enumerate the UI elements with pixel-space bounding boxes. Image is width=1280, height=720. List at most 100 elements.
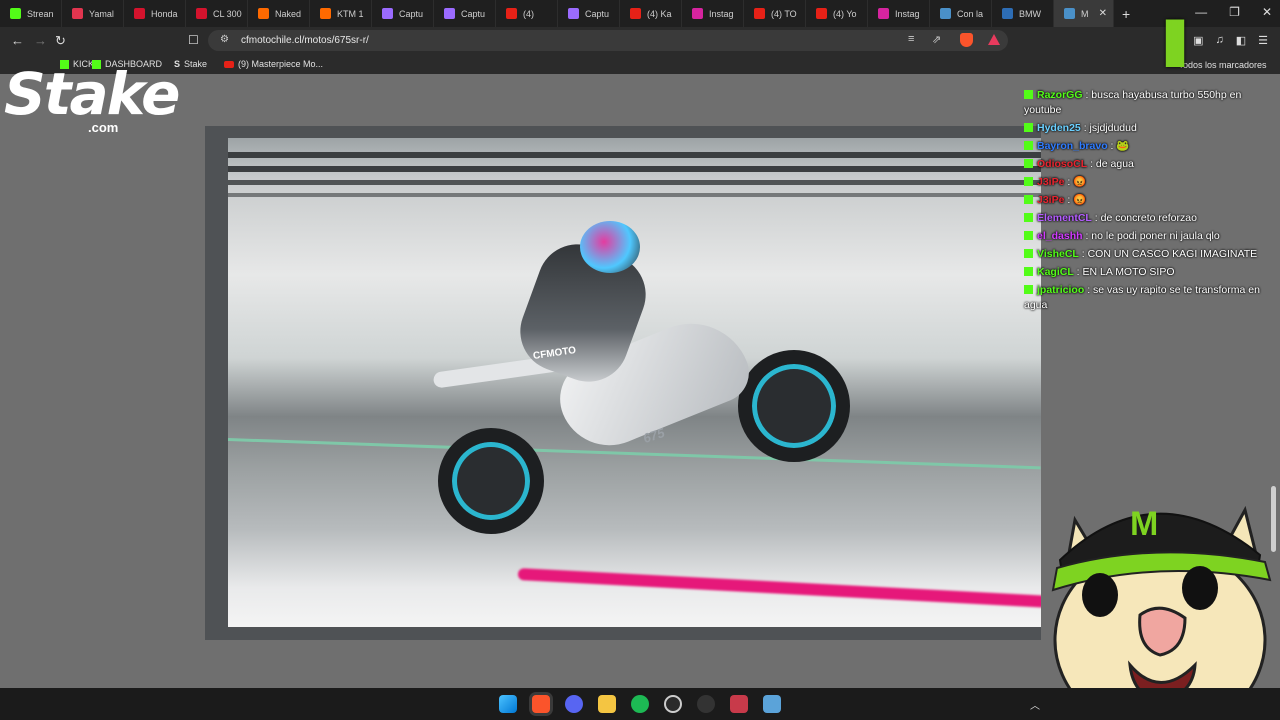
tab-label: Captu — [399, 8, 424, 19]
chat-username[interactable]: el_dashh — [1037, 230, 1083, 242]
rear-wheel — [438, 428, 544, 534]
wallet-icon[interactable]: ◧ — [1236, 34, 1246, 47]
tab[interactable]: (4) Ka — [620, 0, 682, 27]
chevron-up-icon[interactable]: ︿ — [1030, 697, 1040, 712]
tab[interactable]: Strean — [0, 0, 62, 27]
chat-message: J3iPe : 😡 — [1024, 193, 1264, 208]
youtube-icon — [506, 8, 517, 19]
chat-message: KagiCL : EN LA MOTO SIPO — [1024, 265, 1264, 280]
maximize-icon[interactable]: ❐ — [1229, 5, 1240, 19]
tab[interactable]: BMW — [992, 0, 1054, 27]
tab[interactable]: (4) TO — [744, 0, 806, 27]
tab[interactable]: Captu — [434, 0, 496, 27]
globe-icon — [1064, 8, 1075, 19]
chat-username[interactable]: Bayron_bravo — [1037, 140, 1108, 152]
chat-username[interactable]: J3iPe — [1037, 176, 1064, 188]
scrollbar[interactable] — [1271, 486, 1276, 552]
youtube-icon — [630, 8, 641, 19]
tab[interactable]: Yamal — [62, 0, 124, 27]
tab[interactable]: Instag — [682, 0, 744, 27]
tab-label: (4) Yo — [833, 8, 857, 19]
close-tab-icon[interactable]: ✕ — [1099, 8, 1107, 19]
tab-label: (4) TO — [771, 8, 797, 19]
tab[interactable]: (4) — [496, 0, 558, 27]
chat-username[interactable]: KagiCL — [1037, 266, 1074, 278]
monster-energy-logo: ||| — [1162, 11, 1188, 67]
windows-start-icon[interactable] — [499, 695, 517, 713]
chat-text: : 🐸 — [1110, 140, 1130, 152]
tab[interactable]: Con la — [930, 0, 992, 27]
tab[interactable]: Instag — [868, 0, 930, 27]
tab[interactable]: KTM 1 — [310, 0, 372, 27]
file-explorer-icon[interactable] — [598, 695, 616, 713]
kick-icon — [10, 8, 21, 19]
chat-username[interactable]: OdiosoCL — [1037, 158, 1087, 170]
app-icon[interactable] — [730, 695, 748, 713]
tab[interactable]: Captu — [558, 0, 620, 27]
back-icon[interactable]: ← — [11, 33, 24, 48]
brave-rewards-icon[interactable] — [988, 34, 1000, 45]
bookmark-youtube[interactable]: (9) Masterpiece Mo... — [224, 59, 323, 69]
bookmark-icon[interactable]: ☐ — [188, 33, 199, 47]
reload-icon[interactable]: ↻ — [55, 33, 66, 49]
yamaha-icon — [72, 8, 83, 19]
all-bookmarks[interactable]: ▭ Todos los marcadores — [1166, 59, 1267, 70]
track-wall-stripe — [228, 193, 1041, 197]
tab[interactable]: M ✕ — [1054, 0, 1114, 27]
discord-icon[interactable] — [565, 695, 583, 713]
reader-icon[interactable]: ≡ — [908, 33, 914, 45]
chat-username[interactable]: RazorGG — [1037, 89, 1083, 101]
close-window-icon[interactable]: ✕ — [1262, 5, 1272, 19]
chat-username[interactable]: ElementCL — [1037, 212, 1092, 224]
ktm-icon — [320, 8, 331, 19]
pen-icon — [568, 8, 579, 19]
stake-logo-sub: .com — [88, 120, 119, 135]
share-icon[interactable]: ⇗ — [932, 33, 941, 46]
track-line — [228, 438, 1041, 470]
minimize-icon[interactable]: — — [1195, 5, 1207, 19]
tab-label: BMW — [1019, 8, 1041, 19]
tab-label: Captu — [461, 8, 486, 19]
forward-icon[interactable]: → — [34, 33, 47, 48]
spotify-icon[interactable] — [631, 695, 649, 713]
tab[interactable]: Naked — [248, 0, 310, 27]
chat-username[interactable]: J3iPe — [1037, 194, 1064, 206]
youtube-icon — [816, 8, 827, 19]
chat-text: : de concreto reforzao — [1094, 212, 1197, 224]
obs-icon[interactable] — [664, 695, 682, 713]
new-tab-icon[interactable]: + — [1122, 6, 1130, 22]
tab[interactable]: (4) Yo — [806, 0, 868, 27]
app-icon[interactable] — [697, 695, 715, 713]
tab[interactable]: Honda — [124, 0, 186, 27]
svg-text:M: M — [1130, 505, 1158, 543]
brave-shield-icon[interactable] — [960, 33, 973, 47]
chat-message: Bayron_bravo : 🐸 — [1024, 139, 1264, 154]
chat-username[interactable]: Hyden25 — [1037, 122, 1081, 134]
track-curb — [517, 568, 1041, 609]
bookmark-stake[interactable]: S Stake — [174, 59, 207, 69]
kick-badge-icon — [1024, 177, 1033, 186]
chat-username[interactable]: jpatricioo — [1037, 284, 1084, 296]
tab-label: Honda — [151, 8, 178, 19]
tab-bar: Strean Yamal Honda CL 300 Naked KTM 1 Captu Cap… — [0, 0, 1280, 27]
tab[interactable]: CL 300 — [186, 0, 248, 27]
stream-chat: RazorGG : busca hayabusa turbo 550hp en … — [1024, 88, 1264, 316]
site-info-icon[interactable]: ⚙ — [220, 34, 229, 45]
chat-text: : EN LA MOTO SIPO — [1076, 266, 1175, 278]
music-icon[interactable]: ♫ — [1215, 34, 1223, 47]
stake-logo: Stake — [4, 60, 180, 128]
honda-icon — [196, 8, 207, 19]
kick-badge-icon — [1024, 231, 1033, 240]
honda-icon — [134, 8, 145, 19]
sidebar-icon[interactable]: ▣ — [1193, 34, 1203, 47]
chat-username[interactable]: VisheCL — [1037, 248, 1079, 260]
instagram-icon — [878, 8, 889, 19]
pen-icon — [382, 8, 393, 19]
calculator-icon[interactable] — [763, 695, 781, 713]
tab[interactable]: Captu — [372, 0, 434, 27]
globe-icon — [940, 8, 951, 19]
tab-label: Con la — [957, 8, 984, 19]
menu-icon[interactable]: ☰ — [1258, 34, 1268, 47]
brave-browser-icon[interactable] — [532, 695, 550, 713]
url-field[interactable]: ⚙ cfmotochile.cl/motos/675sr-r/ ≡ ⇗ — [208, 30, 1008, 51]
